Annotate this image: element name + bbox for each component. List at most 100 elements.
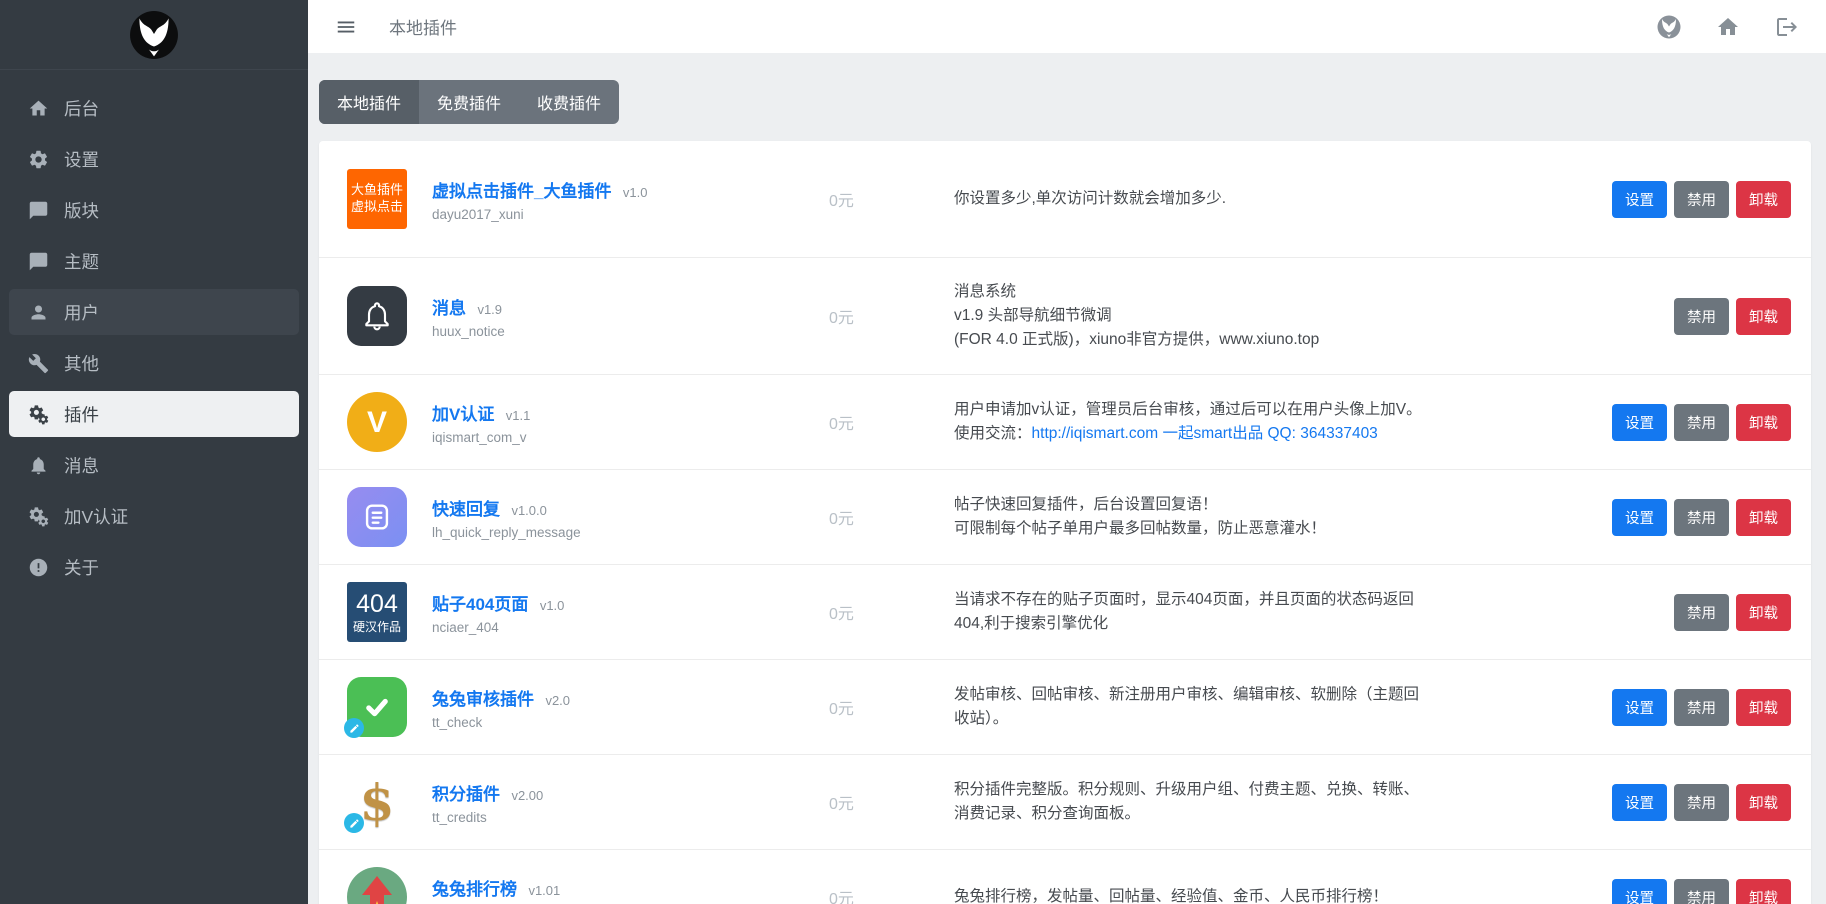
sidebar-item-label: 消息: [64, 453, 99, 478]
plugin-heading: 兔兔审核插件 v2.0 tt_check: [432, 685, 804, 730]
plugin-list-card: 大鱼插件虚拟点击 虚拟点击插件_大鱼插件 v1.0 dayu2017_xuni …: [319, 141, 1811, 904]
disable-button[interactable]: 禁用: [1674, 879, 1729, 904]
plugin-price: 0元: [804, 600, 954, 624]
plugin-description-text: 积分插件完整版。积分规则、升级用户组、付费主题、兑换、转账、消费记录、积分查询面…: [954, 781, 1419, 822]
sidebar-item-forums[interactable]: 版块: [9, 187, 299, 233]
plugin-price: 0元: [804, 187, 954, 211]
uninstall-button[interactable]: 卸载: [1736, 499, 1791, 536]
pencil-badge-icon: [344, 718, 364, 738]
main-area: 本地插件 本地插件免费插件收费插件 大鱼插件虚拟点击 虚拟点击插件_大鱼插件 v…: [308, 0, 1826, 904]
plugin-name-link[interactable]: 兔兔审核插件: [432, 690, 534, 709]
plugin-name-link[interactable]: 消息: [432, 299, 466, 318]
plugin-name-link[interactable]: 加V认证: [432, 405, 494, 424]
plugin-icon: $: [347, 772, 407, 832]
plugin-version: v1.0.0: [511, 503, 546, 518]
plugin-price: 0元: [804, 304, 954, 328]
uninstall-button[interactable]: 卸载: [1736, 181, 1791, 218]
settings-button[interactable]: 设置: [1612, 689, 1667, 726]
plugin-actions: 设置禁用卸载: [1612, 689, 1791, 726]
disable-button[interactable]: 禁用: [1674, 499, 1729, 536]
plugin-actions: 禁用卸载: [1674, 594, 1791, 631]
settings-button[interactable]: 设置: [1612, 879, 1667, 904]
uninstall-button[interactable]: 卸载: [1736, 594, 1791, 631]
sidebar-item-topics[interactable]: 主题: [9, 238, 299, 284]
plugin-icon-text: 虚拟点击: [351, 199, 403, 216]
uninstall-button[interactable]: 卸载: [1736, 689, 1791, 726]
plugin-author-id: lh_quick_reply_message: [432, 525, 804, 540]
plugin-description: 用户申请加v认证，管理员后台审核，通过后可以在用户头像上加V。使用交流：http…: [954, 398, 1424, 446]
plugin-icon: [347, 867, 407, 904]
plugin-heading: 快速回复 v1.0.0 lh_quick_reply_message: [432, 495, 804, 540]
menu-toggle-icon[interactable]: [335, 16, 357, 38]
home-icon[interactable]: [1716, 15, 1740, 39]
disable-button[interactable]: 禁用: [1674, 784, 1729, 821]
settings-button[interactable]: 设置: [1612, 499, 1667, 536]
gear-icon: [28, 149, 49, 170]
tab-local-plugins[interactable]: 本地插件: [319, 80, 419, 124]
sidebar-item-label: 插件: [64, 402, 99, 427]
plugin-heading: 虚拟点击插件_大鱼插件 v1.0 dayu2017_xuni: [432, 177, 804, 222]
disable-button[interactable]: 禁用: [1674, 298, 1729, 335]
plugin-author-id: tt_check: [432, 715, 804, 730]
plugin-heading: 消息 v1.9 huux_notice: [432, 294, 804, 339]
xiuno-logo-icon[interactable]: [1657, 15, 1681, 39]
content-area: 本地插件免费插件收费插件 大鱼插件虚拟点击 虚拟点击插件_大鱼插件 v1.0 d…: [308, 53, 1826, 904]
plugin-description-text: 消息系统: [954, 283, 1016, 300]
settings-button[interactable]: 设置: [1612, 404, 1667, 441]
settings-button[interactable]: 设置: [1612, 181, 1667, 218]
plugin-name-link[interactable]: 快速回复: [432, 500, 500, 519]
disable-button[interactable]: 禁用: [1674, 181, 1729, 218]
sidebar-item-settings[interactable]: 设置: [9, 136, 299, 182]
plugin-name-link[interactable]: 贴子404页面: [432, 595, 528, 614]
plugin-price: 0元: [804, 410, 954, 434]
plugin-row: 404硬汉作品 贴子404页面 v1.0 nciaer_404 0元 当请求不存…: [319, 564, 1811, 659]
sidebar-item-users[interactable]: 用户: [9, 289, 299, 335]
plugin-name-link[interactable]: 积分插件: [432, 785, 500, 804]
uninstall-button[interactable]: 卸载: [1736, 298, 1791, 335]
sidebar-item-verification[interactable]: 加V认证: [9, 493, 299, 539]
plugin-row: 兔兔审核插件 v2.0 tt_check 0元 发帖审核、回帖审核、新注册用户审…: [319, 659, 1811, 754]
plugin-description-link[interactable]: http://iqismart.com 一起smart出品 QQ: 364337…: [1032, 425, 1378, 442]
pencil-badge-icon: [344, 813, 364, 833]
app-logo: [0, 0, 308, 70]
sidebar: 后台设置版块主题用户其他插件消息加V认证关于: [0, 0, 308, 904]
tab-paid-plugins[interactable]: 收费插件: [519, 80, 619, 124]
sidebar-item-label: 后台: [64, 96, 99, 121]
plugin-price: 0元: [804, 790, 954, 814]
settings-button[interactable]: 设置: [1612, 784, 1667, 821]
plugin-name-link[interactable]: 兔兔排行榜: [432, 880, 517, 899]
uninstall-button[interactable]: 卸载: [1736, 404, 1791, 441]
uninstall-button[interactable]: 卸载: [1736, 784, 1791, 821]
plugin-icon: V: [347, 392, 407, 452]
plugin-name-link[interactable]: 虚拟点击插件_大鱼插件: [432, 182, 611, 201]
plugin-description: 积分插件完整版。积分规则、升级用户组、付费主题、兑换、转账、消费记录、积分查询面…: [954, 778, 1424, 826]
topbar-icons: [1657, 15, 1799, 39]
comment-icon: [28, 251, 49, 272]
sidebar-item-label: 关于: [64, 555, 99, 580]
plugin-row: 快速回复 v1.0.0 lh_quick_reply_message 0元 帖子…: [319, 469, 1811, 564]
sidebar-item-messages[interactable]: 消息: [9, 442, 299, 488]
plugin-icon-text: V: [367, 403, 387, 442]
wrench-icon: [28, 353, 49, 374]
disable-button[interactable]: 禁用: [1674, 404, 1729, 441]
sidebar-item-plugins[interactable]: 插件: [9, 391, 299, 437]
disable-button[interactable]: 禁用: [1674, 689, 1729, 726]
plugin-description: 你设置多少,单次访问计数就会增加多少.: [954, 187, 1424, 211]
plugin-icon: [347, 677, 407, 737]
sidebar-item-other[interactable]: 其他: [9, 340, 299, 386]
sidebar-nav: 后台设置版块主题用户其他插件消息加V认证关于: [0, 70, 308, 610]
plugin-heading: 积分插件 v2.00 tt_credits: [432, 780, 804, 825]
plugin-author-id: tt_credits: [432, 810, 804, 825]
sidebar-item-dashboard[interactable]: 后台: [9, 85, 299, 131]
sidebar-item-about[interactable]: 关于: [9, 544, 299, 590]
uninstall-button[interactable]: 卸载: [1736, 879, 1791, 904]
plugin-actions: 设置禁用卸载: [1612, 879, 1791, 904]
plugin-actions: 设置禁用卸载: [1612, 404, 1791, 441]
comment-icon: [28, 200, 49, 221]
cogs-icon: [28, 404, 49, 425]
disable-button[interactable]: 禁用: [1674, 594, 1729, 631]
plugin-actions: 禁用卸载: [1674, 298, 1791, 335]
plugin-icon: 404硬汉作品: [347, 582, 407, 642]
tab-free-plugins[interactable]: 免费插件: [419, 80, 519, 124]
sign-out-icon[interactable]: [1775, 15, 1799, 39]
